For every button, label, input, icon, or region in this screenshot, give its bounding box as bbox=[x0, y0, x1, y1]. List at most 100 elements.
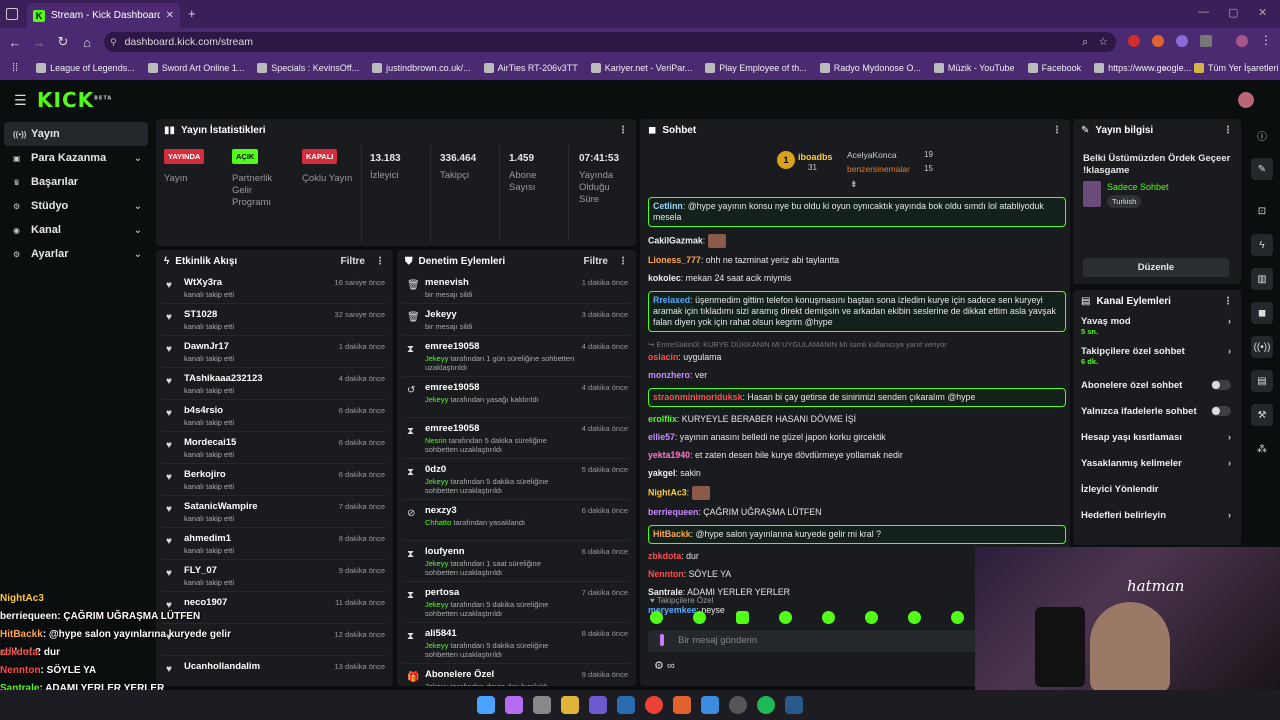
moderated-user[interactable]: Jekeyy bbox=[425, 309, 457, 320]
bolt-icon[interactable]: ϟ bbox=[1251, 234, 1273, 256]
activity-row[interactable]: ♥ b4s4rsio kanalı takip etti 6 dakika önce bbox=[162, 400, 387, 432]
follower-name[interactable]: ahmedim1 bbox=[184, 533, 231, 544]
apps-icon[interactable]: ⁂ bbox=[1251, 438, 1273, 460]
info-icon[interactable]: ⓘ bbox=[1251, 124, 1273, 146]
moderator-name[interactable]: Jekeyy bbox=[425, 559, 448, 568]
menu-icon[interactable]: ☰ bbox=[14, 92, 27, 109]
bookmark-item[interactable]: AirTies RT-206v3TT bbox=[483, 63, 578, 73]
extension-icon[interactable] bbox=[1128, 35, 1140, 47]
moderator-name[interactable]: Jekeyy bbox=[425, 641, 448, 650]
top-gifter-3[interactable]: benzersinemalar bbox=[847, 164, 910, 174]
channel-action-row[interactable]: Yasaklanmış kelimeler › bbox=[1073, 450, 1241, 476]
moderation-row[interactable]: ⧗ ali5841 Jekeyy tarafından 5 dakika sürel… bbox=[403, 623, 630, 664]
more-bookmarks-icon[interactable]: » bbox=[1162, 63, 1167, 73]
follower-name[interactable]: DawnJr17 bbox=[184, 341, 229, 352]
app-icon[interactable] bbox=[673, 696, 691, 714]
browser-tab[interactable]: K Stream - Kick Dashboard ✕ bbox=[27, 3, 180, 28]
chat-username[interactable]: berriequeen bbox=[648, 507, 698, 517]
sidebar-item-3[interactable]: ⚙ Stüdyo ⌄ bbox=[0, 194, 152, 218]
back-icon[interactable]: ← bbox=[3, 35, 27, 50]
moderator-name[interactable]: Jekeyy bbox=[425, 477, 448, 486]
follower-name[interactable]: Mordecai15 bbox=[184, 437, 236, 448]
moderated-user[interactable]: emree19058 bbox=[425, 341, 479, 352]
emote-icon[interactable] bbox=[822, 611, 835, 624]
moderation-row[interactable]: ⧗ emree19058 Nesrin tarafından 5 dakika sü… bbox=[403, 418, 630, 459]
list-icon[interactable]: ▤ bbox=[1251, 370, 1273, 392]
chat-message[interactable]: Lioness_777: ohh ne tazminat yeriz abi t… bbox=[648, 255, 1066, 266]
chevron-down-icon[interactable]: ⌄ bbox=[134, 153, 142, 164]
moderation-row[interactable]: ↺ emree19058 Jekeyy tarafından yasağı kald… bbox=[403, 377, 630, 418]
chat-username[interactable]: kokolec bbox=[648, 273, 681, 283]
more-options-icon[interactable]: ⋮ bbox=[1223, 296, 1233, 307]
discord-icon[interactable] bbox=[589, 696, 607, 714]
profile-avatar[interactable] bbox=[1236, 35, 1248, 47]
chat-message[interactable]: ellie57: yayının anasını belledi ne güze… bbox=[648, 432, 1066, 443]
activity-row[interactable]: ♥ DawnJr17 kanalı takip etti 1 dakika önce bbox=[162, 336, 387, 368]
emote-icon[interactable] bbox=[779, 611, 792, 624]
chat-icon[interactable]: ◼ bbox=[1251, 302, 1273, 324]
chat-settings[interactable]: ⚙ ∞ bbox=[654, 659, 675, 672]
close-window-icon[interactable]: ✕ bbox=[1258, 6, 1267, 19]
moderated-user[interactable]: emree19058 bbox=[425, 423, 479, 434]
sidebar-item-0[interactable]: ((•)) Yayın bbox=[4, 122, 148, 146]
chat-message[interactable]: straonminimoriduksk: Hasan bi çay getirs… bbox=[648, 388, 1066, 407]
more-options-icon[interactable]: ⋮ bbox=[375, 256, 385, 267]
chevron-right-icon[interactable]: › bbox=[1228, 346, 1231, 357]
chat-username[interactable]: oslacin bbox=[648, 352, 678, 362]
close-tab-icon[interactable]: ✕ bbox=[166, 10, 174, 21]
moderator-name[interactable]: Jekeyy bbox=[425, 354, 448, 363]
site-info-icon[interactable]: ⚲ bbox=[110, 37, 117, 48]
chat-username[interactable]: Nennton bbox=[648, 569, 684, 579]
chat-username[interactable]: NightAc3 bbox=[648, 487, 687, 497]
more-options-icon[interactable]: ⋮ bbox=[618, 125, 628, 136]
moderation-row[interactable]: ⧗ loufyenn Jekeyy tarafından 1 saat süreli… bbox=[403, 541, 630, 582]
toggle-switch[interactable] bbox=[1211, 406, 1231, 416]
browser-menu-icon[interactable]: ⋮ bbox=[1260, 33, 1272, 47]
steam-icon[interactable] bbox=[617, 696, 635, 714]
bookmark-item[interactable]: League of Legends... bbox=[36, 63, 135, 73]
activity-row[interactable]: ♥ WtXy3ra kanalı takip etti 16 saniye önce bbox=[162, 272, 387, 304]
chat-username[interactable]: erolflix bbox=[648, 414, 677, 424]
moderated-user[interactable]: emree19058 bbox=[425, 382, 479, 393]
chat-username[interactable]: HitBackk bbox=[653, 529, 691, 539]
url-field[interactable]: ⚲ dashboard.kick.com/stream ⌕ ☆ bbox=[104, 32, 1116, 52]
chat-message[interactable]: berriequeen: ÇAĞRIM UĞRAŞMA LÜTFEN bbox=[648, 507, 1066, 518]
zoom-icon[interactable]: ⌕ bbox=[1082, 36, 1088, 49]
sidebar-item-5[interactable]: ⚙ Ayarlar ⌄ bbox=[0, 242, 152, 266]
extension-icon[interactable] bbox=[1176, 35, 1188, 47]
bookmark-item[interactable]: justindbrown.co.uk/... bbox=[372, 63, 471, 73]
activity-row[interactable]: ♥ FLY_07 kanalı takip etti 9 dakika önce bbox=[162, 560, 387, 592]
chat-message[interactable]: HitBackk: @hype salon yayınlarına kuryed… bbox=[648, 525, 1066, 544]
chat-message[interactable]: oslacin: uygulama bbox=[648, 352, 1066, 363]
chat-message[interactable]: CakilGazmak: bbox=[648, 234, 1066, 248]
photos-icon[interactable] bbox=[701, 696, 719, 714]
stats-icon[interactable]: ▥ bbox=[1251, 268, 1273, 290]
more-options-icon[interactable]: ⋮ bbox=[1052, 125, 1062, 136]
chevron-right-icon[interactable]: › bbox=[1228, 510, 1231, 521]
channel-action-row[interactable]: Abonelere özel sohbet bbox=[1073, 372, 1241, 398]
channel-action-row[interactable]: Takipçilere özel sohbet 6 dk. › bbox=[1073, 342, 1241, 372]
start-icon[interactable] bbox=[477, 696, 495, 714]
moderation-row[interactable]: ⧗ 0dz0 Jekeyy tarafından 5 dakika süreliği… bbox=[403, 459, 630, 500]
chat-username[interactable]: yekta1940 bbox=[648, 450, 690, 460]
chat-message[interactable]: NightAc3: bbox=[648, 486, 1066, 500]
chevron-down-icon[interactable]: ⌄ bbox=[134, 249, 142, 260]
channel-action-row[interactable]: Hesap yaşı kısıtlaması › bbox=[1073, 424, 1241, 450]
moderator-name[interactable]: Jekeyy bbox=[425, 395, 448, 404]
moderation-row[interactable]: ⊘ nexzy3 Chhatto tarafından yasaklandı 6 da… bbox=[403, 500, 630, 541]
bookmark-item[interactable]: Radyo Mydonose O... bbox=[819, 63, 921, 73]
chrome-icon[interactable] bbox=[645, 696, 663, 714]
emote-icon[interactable] bbox=[736, 611, 749, 624]
follower-name[interactable]: Berkojiro bbox=[184, 469, 226, 480]
bookmark-item[interactable]: https://www.google... bbox=[1094, 63, 1191, 73]
category-link[interactable]: Sadece Sohbet bbox=[1107, 182, 1169, 192]
chat-message[interactable]: yekta1940: et zaten desen bile kurye döv… bbox=[648, 450, 1066, 461]
extensions-puzzle-icon[interactable] bbox=[1200, 35, 1212, 47]
moderated-user[interactable]: pertosa bbox=[425, 587, 459, 598]
kick-logo[interactable]: KICKBETA bbox=[37, 88, 112, 112]
emote-icon[interactable] bbox=[693, 611, 706, 624]
chat-username[interactable]: CakilGazmak bbox=[648, 235, 703, 245]
store-icon[interactable] bbox=[533, 696, 551, 714]
activity-row[interactable]: ♥ Berkojiro kanalı takip etti 6 dakika önce bbox=[162, 464, 387, 496]
sidebar-item-1[interactable]: ▣ Para Kazanma ⌄ bbox=[0, 146, 152, 170]
